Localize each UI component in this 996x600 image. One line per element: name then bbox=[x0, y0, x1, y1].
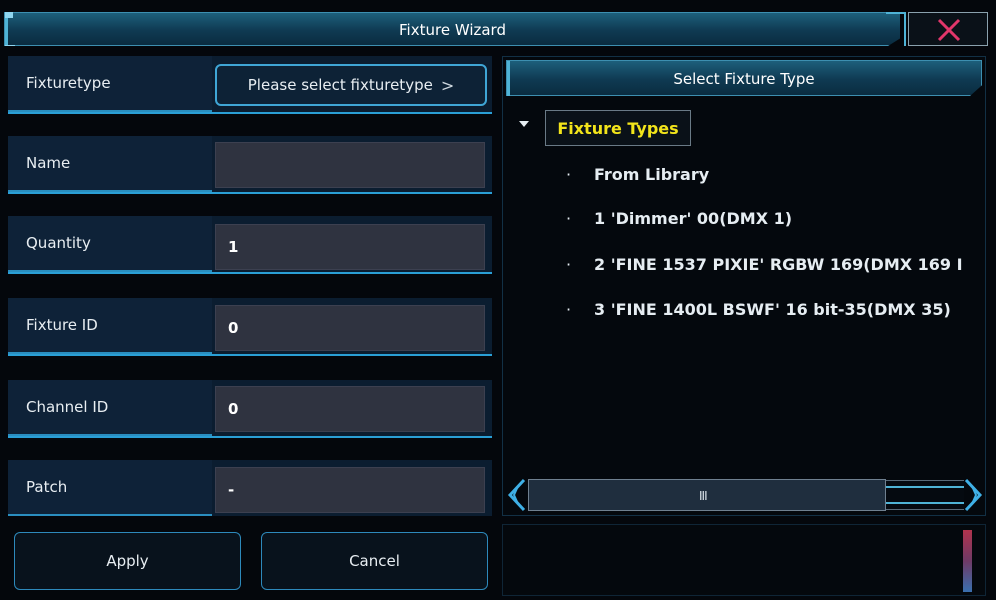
patch-label: Patch bbox=[8, 460, 212, 516]
name-label: Name bbox=[8, 136, 212, 192]
level-indicator bbox=[963, 530, 972, 592]
channel-id-field[interactable]: 0 bbox=[215, 386, 485, 432]
row-divider bbox=[8, 112, 492, 114]
status-area bbox=[502, 524, 986, 596]
chevron-right-icon: > bbox=[440, 75, 455, 95]
row-divider bbox=[8, 272, 492, 274]
patch-field[interactable]: - bbox=[215, 467, 485, 513]
bullet-icon: · bbox=[566, 299, 572, 319]
fixturetype-label: Fixturetype bbox=[8, 56, 212, 112]
quantity-field[interactable]: 1 bbox=[215, 224, 485, 270]
cancel-button[interactable]: Cancel bbox=[261, 532, 488, 590]
channel-id-label: Channel ID bbox=[8, 380, 212, 436]
row-divider bbox=[8, 192, 492, 194]
title-bar-end-ornament bbox=[886, 12, 906, 46]
bullet-icon: · bbox=[566, 164, 572, 184]
tree-item-fixture-2[interactable]: · 2 'FINE 1537 PIXIE' RGBW 169(DMX 169 I bbox=[566, 252, 974, 276]
panel-title: Select Fixture Type bbox=[673, 70, 815, 88]
expand-triangle-icon[interactable] bbox=[518, 118, 530, 130]
close-button[interactable] bbox=[908, 12, 988, 46]
tree-item-fixture-3[interactable]: · 3 'FINE 1400L BSWF' 16 bit-35(DMX 35) bbox=[566, 297, 974, 321]
row-divider bbox=[8, 354, 492, 356]
apply-button[interactable]: Apply bbox=[14, 532, 241, 590]
scroll-left-arrow-icon[interactable] bbox=[506, 478, 528, 512]
scroll-right-arrow-icon[interactable] bbox=[962, 478, 984, 512]
bullet-icon: · bbox=[566, 208, 572, 228]
close-x-icon bbox=[937, 18, 961, 42]
tree-item-label: 3 'FINE 1400L BSWF' 16 bit-35(DMX 35) bbox=[594, 299, 951, 319]
quantity-label: Quantity bbox=[8, 216, 212, 272]
tree-item-label: From Library bbox=[594, 164, 710, 184]
select-fixturetype-text: Please select fixturetype bbox=[247, 76, 433, 94]
grip-icon: III bbox=[699, 489, 708, 503]
horizontal-scrollbar-thumb[interactable]: III bbox=[528, 479, 886, 511]
window-title-bar: Fixture Wizard bbox=[4, 12, 900, 46]
panel-header: Select Fixture Type bbox=[506, 60, 982, 96]
tree-root-fixture-types[interactable]: Fixture Types bbox=[545, 110, 691, 146]
fixture-id-label: Fixture ID bbox=[8, 298, 212, 354]
fixture-id-field[interactable]: 0 bbox=[215, 305, 485, 351]
tree-item-from-library[interactable]: · From Library bbox=[566, 162, 986, 186]
row-divider bbox=[8, 436, 492, 438]
scrollbar-rail bbox=[886, 486, 964, 504]
name-field[interactable] bbox=[215, 142, 485, 188]
window-title: Fixture Wizard bbox=[399, 21, 506, 39]
tree-item-label: 2 'FINE 1537 PIXIE' RGBW 169(DMX 169 I bbox=[594, 254, 963, 274]
bullet-icon: · bbox=[566, 254, 572, 274]
tree-item-label: 1 'Dimmer' 00(DMX 1) bbox=[594, 208, 793, 228]
tree-item-fixture-1[interactable]: · 1 'Dimmer' 00(DMX 1) bbox=[566, 206, 986, 230]
select-fixturetype-button[interactable]: Please select fixturetype > bbox=[215, 64, 487, 106]
